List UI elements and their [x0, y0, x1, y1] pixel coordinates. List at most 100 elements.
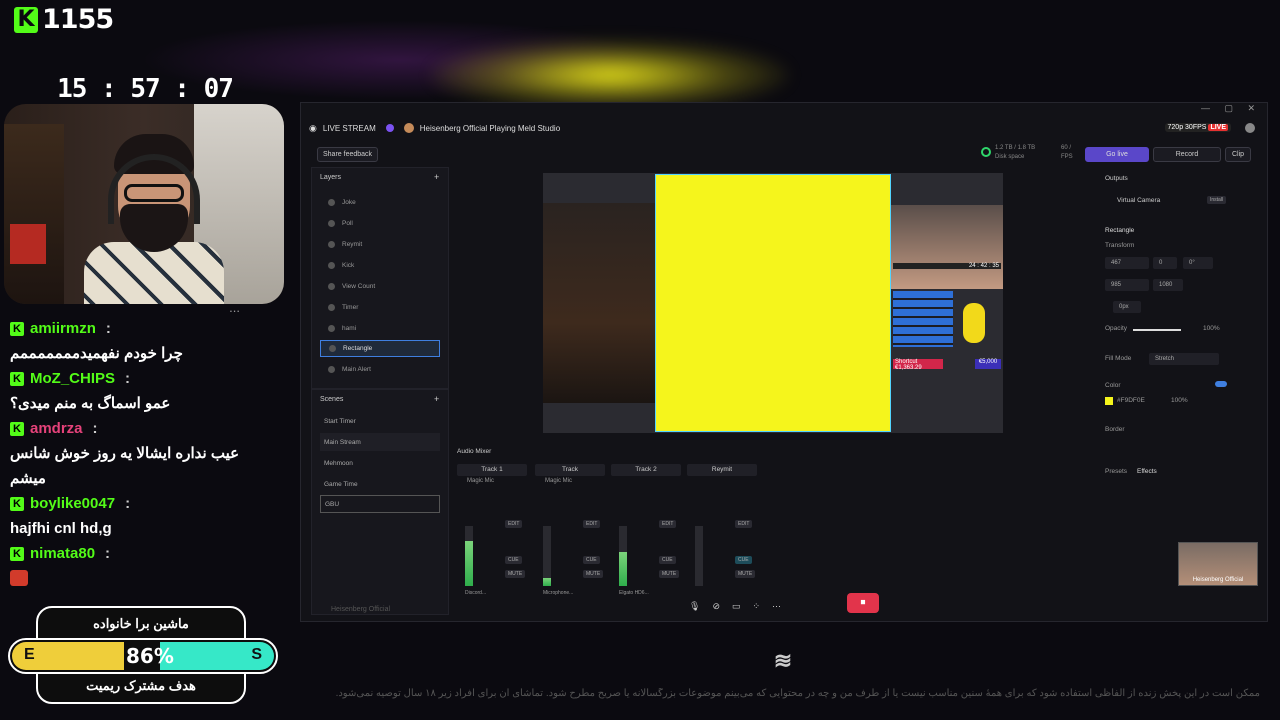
- fps-value: 60 /: [1061, 145, 1072, 151]
- edit-button[interactable]: EDIT: [505, 520, 523, 528]
- chat-user: Knimata80:: [10, 541, 250, 566]
- disclaimer-text: ممکن است در این پخش زنده از الفاظی استفا…: [335, 688, 1260, 699]
- add-layer-icon[interactable]: +: [434, 172, 439, 182]
- track-name[interactable]: Track: [535, 464, 605, 476]
- status-dot-icon: [385, 124, 394, 132]
- cue-button[interactable]: CUE: [505, 556, 522, 564]
- webcam-preview: [891, 205, 1003, 289]
- layer-item[interactable]: Main Alert: [320, 361, 440, 378]
- cue-button[interactable]: CUE: [583, 556, 600, 564]
- layer-item[interactable]: Reymit: [320, 236, 440, 253]
- scene-item[interactable]: Start Timer: [320, 412, 440, 430]
- color-toggle[interactable]: [1215, 381, 1227, 387]
- record-button[interactable]: Record: [1153, 147, 1221, 162]
- chat-message: hajfhi cnl hd,g: [10, 520, 112, 537]
- clip-button[interactable]: Clip: [1225, 147, 1251, 162]
- track-name[interactable]: Track 2: [611, 464, 681, 476]
- install-button[interactable]: Install: [1207, 196, 1227, 204]
- layer-item[interactable]: Joke: [320, 194, 440, 211]
- shortcut-label: Shortcut €1,363.29: [893, 359, 943, 371]
- edit-button[interactable]: EDIT: [583, 520, 601, 528]
- mute-button[interactable]: MUTE: [735, 570, 756, 578]
- chat-user: K MoZ_CHIPS:: [10, 366, 250, 391]
- mute-button[interactable]: MUTE: [505, 570, 526, 578]
- chat-user: Kboylike0047:: [10, 491, 250, 516]
- chat-message-continuation: میشم: [10, 470, 46, 487]
- properties-panel: Outputs Virtual Camera Install Rectangle…: [1097, 167, 1259, 607]
- cue-button[interactable]: CUE: [735, 556, 752, 564]
- width-input[interactable]: 985: [1105, 279, 1149, 291]
- add-scene-icon[interactable]: +: [434, 394, 439, 404]
- window-controls[interactable]: — ▢ ✕: [1201, 103, 1261, 114]
- track-name[interactable]: Reymit: [687, 464, 757, 476]
- chat-message: عیب نداره ایشالا یه روز خوش شانس: [10, 445, 240, 462]
- scene-item-active[interactable]: Main Stream: [320, 433, 440, 451]
- scene-name-input[interactable]: GBU: [320, 495, 440, 513]
- mute-button[interactable]: MUTE: [659, 570, 680, 578]
- streamer-footer-name: Heisenberg Official: [331, 606, 391, 613]
- grid-icon[interactable]: ⁘: [753, 601, 761, 612]
- scene-item[interactable]: Game Time: [320, 475, 440, 493]
- go-live-button[interactable]: Go live: [1085, 147, 1149, 162]
- layer-item[interactable]: View Count: [320, 278, 440, 295]
- rotation-input[interactable]: 0°: [1183, 257, 1213, 269]
- chat-bubble-icon[interactable]: [1245, 123, 1255, 133]
- scenes-panel: Scenes + Start Timer Main Stream Mehmoon…: [311, 389, 449, 615]
- layer-item-selected[interactable]: Rectangle: [320, 340, 440, 357]
- minion-sticker: [963, 303, 985, 343]
- more-icon[interactable]: ⋯: [772, 601, 781, 612]
- edit-button[interactable]: EDIT: [659, 520, 677, 528]
- screen-share-icon[interactable]: ▭: [732, 601, 741, 612]
- scene-preview[interactable]: 24 : 42 : 35 Shortcut €1,363.29 €5,000: [543, 173, 1003, 433]
- pip-camera[interactable]: Heisenberg Official: [1178, 542, 1258, 586]
- stream-clock: 15 : 57 : 07: [57, 74, 234, 104]
- camera-off-icon[interactable]: ⊘: [712, 601, 720, 612]
- x-input[interactable]: 467: [1105, 257, 1149, 269]
- rectangle-layer-selected[interactable]: [655, 174, 891, 432]
- track-strip: Track Magic Mic EDIT CUE MUTE Microphone…: [535, 464, 605, 604]
- presets-tab[interactable]: Presets: [1105, 468, 1127, 475]
- title-bar: ◉ LIVE STREAM Heisenberg Official Playin…: [301, 117, 1267, 139]
- share-feedback-button[interactable]: Share feedback: [317, 147, 379, 162]
- track-name[interactable]: Track 1: [457, 464, 527, 476]
- layers-panel: Layers + Joke Poll Reymit Kick View Coun…: [311, 167, 449, 389]
- kick-logo-icon: K: [14, 7, 38, 33]
- color-hex[interactable]: #F9DF0E: [1117, 397, 1145, 404]
- end-stream-button[interactable]: ⏹: [847, 593, 879, 613]
- microphone-icon[interactable]: 🎙: [689, 601, 700, 612]
- meld-logo-icon: ≋: [773, 648, 793, 673]
- opacity-value: 100%: [1203, 325, 1220, 332]
- streamer-webcam: [4, 104, 284, 304]
- game-capture-preview: [543, 203, 655, 403]
- viewer-count: 1155: [42, 4, 114, 35]
- goal-amount-label: €5,000: [975, 359, 1001, 369]
- scene-item[interactable]: Mehmoon: [320, 454, 440, 472]
- color-label: Color: [1105, 382, 1121, 389]
- fill-mode-select[interactable]: Stretch: [1149, 353, 1219, 365]
- record-icon: ◉: [309, 122, 317, 133]
- effects-tab[interactable]: Effects: [1137, 468, 1157, 475]
- disk-usage: 1.2 TB / 1.8 TB: [995, 145, 1036, 151]
- height-input[interactable]: 1080: [1153, 279, 1183, 291]
- layer-item[interactable]: Poll: [320, 215, 440, 232]
- leaderboard-widget: [893, 291, 953, 347]
- mute-button[interactable]: MUTE: [583, 570, 604, 578]
- chat-message: چرا خودم نفهمیدمممممممم: [10, 345, 183, 362]
- color-swatch[interactable]: [1105, 397, 1113, 405]
- edit-button[interactable]: EDIT: [735, 520, 753, 528]
- layer-item[interactable]: Timer: [320, 299, 440, 316]
- avatar: [403, 123, 414, 133]
- background-yellow-glow: [430, 40, 790, 110]
- border-label: Border: [1105, 426, 1125, 433]
- opacity-slider[interactable]: [1133, 329, 1181, 331]
- y-input[interactable]: 0: [1153, 257, 1177, 269]
- radius-input[interactable]: 0px: [1113, 301, 1141, 313]
- live-label: LIVE STREAM: [322, 123, 376, 133]
- meld-studio-window: — ▢ ✕ ◉ LIVE STREAM Heisenberg Official …: [300, 102, 1268, 622]
- layer-item[interactable]: hami: [320, 320, 440, 337]
- track-source: Magic Mic: [467, 478, 495, 484]
- layer-item[interactable]: Kick: [320, 257, 440, 274]
- layers-title: Layers: [320, 174, 342, 181]
- cue-button[interactable]: CUE: [659, 556, 676, 564]
- color-alpha[interactable]: 100%: [1171, 397, 1188, 404]
